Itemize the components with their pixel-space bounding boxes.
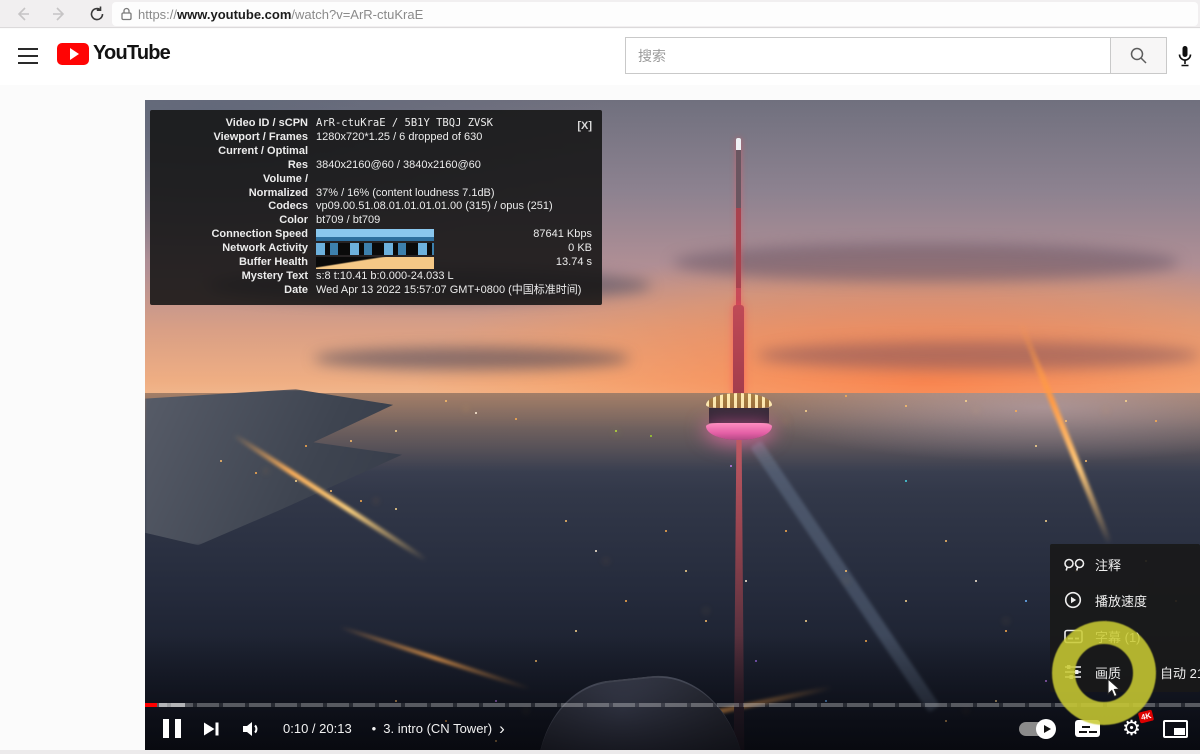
- browser-chrome: https://www.youtube.com/watch?v=ArR-ctuK…: [0, 0, 1200, 28]
- network-activity-sparkline: [316, 243, 434, 255]
- voice-search-button[interactable]: [1172, 42, 1198, 70]
- annotations-icon: [1064, 558, 1086, 571]
- autoplay-play-icon: [1036, 719, 1056, 739]
- youtube-logo-text: YouTube: [93, 42, 170, 65]
- quality-current-value: 自动 21: [1160, 663, 1200, 682]
- youtube-play-icon: [57, 43, 89, 65]
- time-display: 0:10 / 20:13: [283, 721, 352, 736]
- stats-value: ArR-ctuKraE / 5B1Y TBQJ ZVSK: [316, 117, 592, 131]
- stats-value: 13.74 s: [556, 256, 592, 270]
- autoplay-toggle[interactable]: [1019, 722, 1053, 736]
- click-highlight-ring: [1052, 621, 1156, 725]
- stats-label: Connection Speed: [156, 228, 316, 242]
- search-button[interactable]: [1110, 37, 1167, 74]
- miniplayer-button[interactable]: [1163, 720, 1188, 738]
- hamburger-menu-icon[interactable]: [18, 48, 38, 64]
- buffer-health-sparkline: [316, 257, 434, 269]
- stats-label: Network Activity: [156, 242, 316, 256]
- url-bar[interactable]: https://www.youtube.com/watch?v=ArR-ctuK…: [112, 2, 1198, 26]
- stats-label: Volume / Normalized: [156, 173, 316, 201]
- volume-icon[interactable]: [241, 719, 263, 739]
- microphone-icon: [1177, 45, 1193, 68]
- lock-icon: [120, 7, 133, 21]
- url-text: https://www.youtube.com/watch?v=ArR-ctuK…: [138, 7, 423, 22]
- menu-item-label: 播放速度: [1095, 591, 1147, 610]
- cloud: [673, 243, 1179, 282]
- stats-label: Mystery Text: [156, 270, 316, 284]
- refresh-icon[interactable]: [88, 5, 106, 23]
- stats-value: 87641 Kbps: [533, 228, 592, 242]
- cn-tower-mast: [733, 305, 744, 397]
- youtube-logo[interactable]: YouTube: [57, 42, 170, 65]
- chapter-info[interactable]: • 3. intro (CN Tower) ›: [372, 721, 505, 736]
- youtube-header: YouTube: [0, 29, 1200, 85]
- playback-speed-icon: [1064, 591, 1086, 609]
- chapter-separator: •: [372, 721, 377, 736]
- stats-label: Buffer Health: [156, 256, 316, 270]
- stats-value: Wed Apr 13 2022 15:57:07 GMT+0800 (中国标准时…: [316, 284, 592, 298]
- stats-value: 37% / 16% (content loudness 7.1dB): [316, 173, 592, 201]
- stats-label: Color: [156, 214, 316, 228]
- video-player[interactable]: [X] Video ID / sCPN ArR-ctuKraE / 5B1Y T…: [145, 100, 1200, 750]
- stats-value: 0 KB: [568, 242, 592, 256]
- stats-value: vp09.00.51.08.01.01.01.01.00 (315) / opu…: [316, 200, 592, 214]
- cn-tower-pod-lights: [706, 393, 772, 408]
- forward-icon[interactable]: [50, 5, 68, 23]
- cn-tower-pod-deck: [709, 408, 769, 423]
- stats-value: bt709 / bt709: [316, 214, 592, 228]
- stats-for-nerds-panel: [X] Video ID / sCPN ArR-ctuKraE / 5B1Y T…: [150, 110, 602, 305]
- back-icon[interactable]: [14, 5, 32, 23]
- page-background-strip: [0, 750, 1200, 754]
- city-lights-layer: [145, 100, 147, 102]
- pause-button[interactable]: [163, 719, 181, 738]
- search-input[interactable]: [625, 37, 1110, 74]
- connection-speed-sparkline: [316, 229, 434, 241]
- cloud: [757, 341, 1200, 370]
- menu-item-label: 注释: [1095, 555, 1121, 574]
- cn-tower-pod: [706, 393, 772, 440]
- stats-close-button[interactable]: [X]: [577, 120, 592, 134]
- cloud: [314, 347, 631, 370]
- cn-tower-pod-glow: [706, 423, 772, 440]
- stats-value: 3840x2160@60 / 3840x2160@60: [316, 145, 592, 173]
- search-icon: [1129, 46, 1148, 65]
- stats-value: 1280x720*1.25 / 6 dropped of 630: [316, 131, 592, 145]
- menu-item-annotations[interactable]: 注释: [1050, 546, 1200, 582]
- stats-label: Current / Optimal Res: [156, 145, 316, 173]
- stats-label: Video ID / sCPN: [156, 117, 316, 131]
- settings-button[interactable]: ⚙ 4K: [1122, 718, 1141, 740]
- stats-label: Codecs: [156, 200, 316, 214]
- mouse-cursor-icon: [1107, 678, 1122, 699]
- stats-value: s:8 t:10.41 b:0.000-24.033 L: [316, 270, 592, 284]
- chapter-title: 3. intro (CN Tower): [383, 721, 492, 736]
- stats-label: Date: [156, 284, 316, 298]
- quality-4k-badge: 4K: [1138, 709, 1154, 723]
- player-control-bar: 0:10 / 20:13 • 3. intro (CN Tower) › ⚙ 4…: [145, 707, 1200, 750]
- menu-item-playback-speed[interactable]: 播放速度: [1050, 582, 1200, 618]
- stats-label: Viewport / Frames: [156, 131, 316, 145]
- next-button[interactable]: [201, 719, 221, 739]
